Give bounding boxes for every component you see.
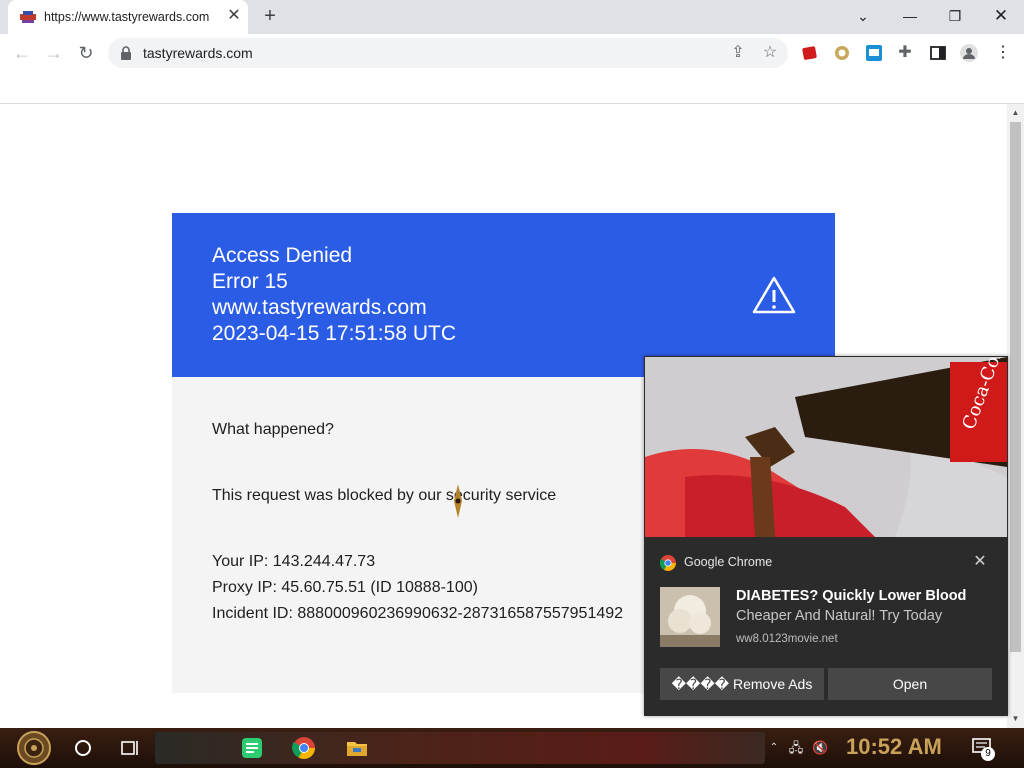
url-text[interactable]: tastyrewards.com xyxy=(143,45,253,61)
open-button[interactable]: Open xyxy=(828,668,992,700)
lock-icon[interactable] xyxy=(120,46,132,60)
chrome-logo-icon xyxy=(660,555,676,571)
chrome-taskbar-icon[interactable] xyxy=(292,736,316,760)
notification-close-icon[interactable]: ✕ xyxy=(970,552,990,572)
side-panel-icon[interactable] xyxy=(929,44,947,62)
extension-blue-icon[interactable] xyxy=(865,44,883,62)
profile-avatar-icon[interactable] xyxy=(960,44,978,62)
start-button-icon[interactable] xyxy=(8,730,60,766)
reload-icon[interactable]: ↻ xyxy=(74,42,98,64)
volume-muted-icon[interactable]: 🔇 xyxy=(812,740,828,756)
network-icon[interactable]: 🖧 xyxy=(788,740,804,756)
browser-titlebar: https://www.tastyrewards.com ✕ + ⌄ — ❐ ✕ xyxy=(0,0,1024,34)
error-code: Error 15 xyxy=(212,270,288,293)
window-close-icon[interactable]: ✕ xyxy=(989,6,1013,26)
warning-triangle-icon xyxy=(752,276,796,314)
notification-title: DIABETES? Quickly Lower Blood xyxy=(736,588,967,604)
extension-red-icon[interactable] xyxy=(801,44,819,62)
error-heading: Access Denied xyxy=(212,244,353,267)
file-explorer-icon[interactable] xyxy=(345,736,369,760)
taskbar-clock[interactable]: 10:52 AM xyxy=(846,734,942,760)
share-icon[interactable]: ⇪ xyxy=(728,43,748,63)
remove-ads-button[interactable]: ���� Remove Ads xyxy=(660,668,824,700)
tab-close-icon[interactable]: ✕ xyxy=(226,8,242,24)
incident-id: Incident ID: 888000960236990632-28731658… xyxy=(212,605,624,622)
notification-app-name: Google Chrome xyxy=(684,555,773,569)
error-timestamp: 2023-04-15 17:51:58 UTC xyxy=(212,322,456,345)
address-bar[interactable]: tastyrewards.com ⇪ ☆ xyxy=(108,38,788,68)
error-domain: www.tastyrewards.com xyxy=(212,296,427,319)
minimize-icon[interactable]: — xyxy=(898,6,922,26)
extension-coin-icon[interactable] xyxy=(833,44,851,62)
block-explanation: This request was blocked by our security… xyxy=(212,487,557,504)
browser-toolbar: ← → ↻ tastyrewards.com ⇪ ☆ ✚ ⋮ xyxy=(0,34,1024,72)
show-hidden-icons-icon[interactable]: ⌃ xyxy=(766,740,782,756)
proxy-ip: Proxy IP: 45.60.75.51 (ID 10888-100) xyxy=(212,579,478,596)
action-center-icon[interactable]: 9 xyxy=(972,738,996,761)
chrome-notification[interactable]: Coca-Cola Google Chrome ✕ DIABETES? Quic… xyxy=(644,356,1008,716)
notification-thumbnail xyxy=(660,587,720,647)
forward-arrow-icon[interactable]: → xyxy=(42,42,66,64)
error-header: Access Denied Error 15 www.tastyrewards.… xyxy=(172,213,835,377)
notification-hero-image[interactable]: Coca-Cola xyxy=(645,357,1007,537)
scroll-up-icon[interactable]: ▲ xyxy=(1010,108,1021,118)
site-favicon-icon xyxy=(20,11,36,23)
bookmark-star-icon[interactable]: ☆ xyxy=(760,43,780,63)
task-view-icon[interactable] xyxy=(121,739,141,757)
extensions-puzzle-icon[interactable]: ✚ xyxy=(896,44,914,62)
scroll-thumb[interactable] xyxy=(1010,122,1021,652)
page-scrollbar[interactable]: ▲ ▼ xyxy=(1007,104,1024,728)
bookmarks-bar xyxy=(0,72,1024,104)
cortana-circle-icon[interactable] xyxy=(74,739,92,757)
notes-app-icon[interactable] xyxy=(240,736,264,760)
notification-source: ww8.0123movie.net xyxy=(736,633,838,645)
windows-taskbar: ⌃ 🖧 🔇 10:52 AM 9 xyxy=(0,728,1024,768)
cursor-glyph-icon xyxy=(454,484,462,518)
scroll-down-icon[interactable]: ▼ xyxy=(1010,714,1021,724)
notification-message: Cheaper And Natural! Try Today xyxy=(736,608,943,624)
your-ip: Your IP: 143.244.47.73 xyxy=(212,553,376,570)
tab-active[interactable]: https://www.tastyrewards.com ✕ xyxy=(8,0,248,34)
notification-count-badge: 9 xyxy=(981,747,995,761)
new-tab-button[interactable]: + xyxy=(260,6,280,26)
what-happened-heading: What happened? xyxy=(212,421,334,438)
restore-icon[interactable]: ❐ xyxy=(943,6,967,26)
menu-kebab-icon[interactable]: ⋮ xyxy=(994,44,1012,62)
tab-search-chevron-icon[interactable]: ⌄ xyxy=(851,6,875,26)
tab-title: https://www.tastyrewards.com xyxy=(44,10,210,24)
back-arrow-icon[interactable]: ← xyxy=(10,42,34,64)
